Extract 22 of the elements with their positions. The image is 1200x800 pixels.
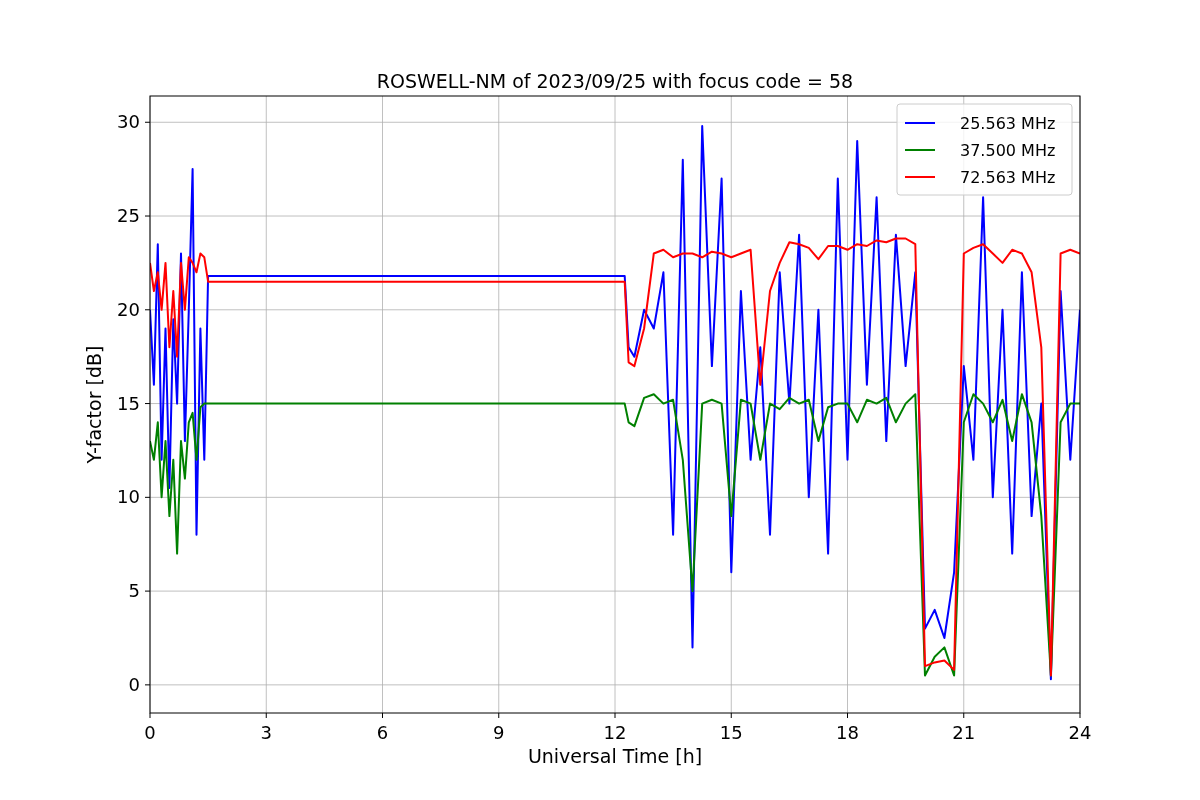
- y-tick-label: 10: [117, 486, 140, 508]
- x-tick-label: 15: [719, 722, 743, 743]
- legend-label: 72.563 MHz: [960, 168, 1056, 187]
- y-tick-label: 15: [117, 392, 140, 414]
- x-tick-label: 3: [260, 722, 272, 743]
- y-tick-label: 0: [128, 673, 140, 695]
- y-tick-label: 30: [117, 111, 140, 133]
- y-axis-label: Y-factor [dB]: [83, 345, 105, 464]
- x-tick-label: 21: [952, 722, 976, 743]
- x-tick-label: 9: [493, 722, 505, 743]
- y-tick-label: 20: [117, 298, 140, 320]
- legend-label: 25.563 MHz: [960, 114, 1056, 133]
- x-tick-label: 12: [603, 722, 627, 743]
- x-tick-label: 24: [1068, 722, 1092, 743]
- x-tick-label: 6: [376, 722, 389, 743]
- x-tick-label: 0: [144, 722, 156, 743]
- x-tick-label: 18: [836, 722, 859, 743]
- x-axis-label: Universal Time [h]: [527, 745, 703, 767]
- y-tick-label: 5: [128, 580, 140, 602]
- legend-label: 37.500 MHz: [960, 141, 1056, 160]
- chart-title: ROSWELL-NM of 2023/09/25 with focus code = 58: [376, 70, 854, 92]
- y-tick-label: 25: [117, 205, 140, 226]
